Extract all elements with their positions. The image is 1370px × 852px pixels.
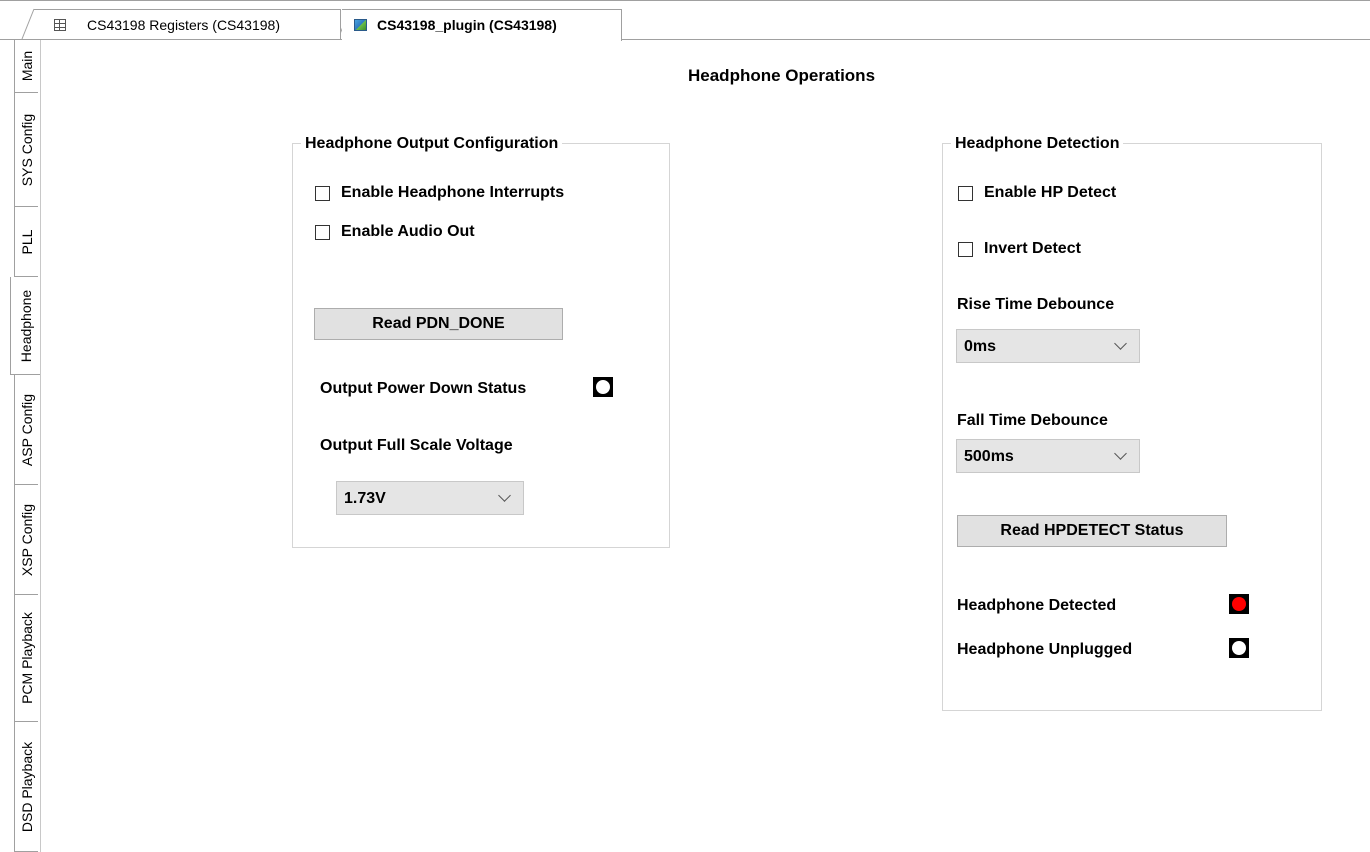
invert-detect-label: Invert Detect	[984, 240, 1081, 257]
side-tab-sys-config[interactable]: SYS Config	[14, 93, 38, 207]
led-on	[1232, 597, 1246, 611]
led-off	[1232, 641, 1246, 655]
side-tab-asp-config[interactable]: ASP Config	[14, 375, 38, 485]
plugin-icon	[354, 19, 367, 31]
output-config-group: Headphone Output Configuration Enable He…	[292, 134, 670, 548]
headphone-detected-label: Headphone Detected	[957, 597, 1117, 614]
enable-interrupts-label: Enable Headphone Interrupts	[341, 184, 565, 201]
enable-hp-detect-label: Enable HP Detect	[984, 184, 1117, 201]
enable-interrupts-checkbox-row[interactable]: Enable Headphone Interrupts	[315, 184, 564, 202]
side-tab-headphone[interactable]: Headphone	[10, 277, 40, 375]
chevron-down-icon	[498, 489, 511, 502]
enable-hp-detect-checkbox-row[interactable]: Enable HP Detect	[958, 184, 1116, 202]
fall-time-debounce-label: Fall Time Debounce	[957, 412, 1108, 429]
chevron-down-icon	[1114, 447, 1127, 460]
rise-time-debounce-value: 0ms	[964, 338, 997, 355]
side-tab-strip: Main SYS Config PLL Headphone ASP Config…	[0, 40, 41, 852]
output-config-title: Headphone Output Configuration	[301, 134, 563, 154]
fall-time-debounce-select[interactable]: 500ms	[956, 439, 1140, 473]
page-title: Headphone Operations	[688, 66, 876, 85]
enable-audio-out-label: Enable Audio Out	[341, 223, 475, 240]
tab-strip-baseline	[621, 39, 1370, 40]
tab-cs43198-plugin[interactable]: CS43198_plugin (CS43198)	[342, 9, 622, 41]
table-icon	[54, 19, 66, 31]
tab-cs43198-registers[interactable]: CS43198 Registers (CS43198)	[34, 9, 341, 40]
headphone-unplugged-label: Headphone Unplugged	[957, 641, 1133, 658]
read-pdn-done-button[interactable]: Read PDN_DONE	[314, 308, 563, 340]
side-tab-pcm-playback[interactable]: PCM Playback	[14, 595, 38, 722]
detection-title: Headphone Detection	[951, 134, 1124, 154]
side-tab-xsp-config[interactable]: XSP Config	[14, 485, 38, 595]
fall-time-debounce-value: 500ms	[964, 448, 1014, 465]
document-tab-strip: CS43198 Registers (CS43198) CS43198_plug…	[0, 0, 1370, 41]
full-scale-voltage-label: Output Full Scale Voltage	[320, 437, 513, 454]
tab-label: CS43198 Registers (CS43198)	[87, 17, 280, 33]
rise-time-debounce-label: Rise Time Debounce	[957, 296, 1115, 313]
enable-hp-detect-checkbox[interactable]	[958, 185, 973, 201]
chevron-down-icon	[1114, 337, 1127, 350]
invert-detect-checkbox[interactable]	[958, 241, 973, 257]
detection-group: Headphone Detection Enable HP Detect Inv…	[942, 134, 1322, 711]
power-down-status-label: Output Power Down Status	[320, 380, 527, 397]
side-tab-pll[interactable]: PLL	[14, 207, 38, 277]
enable-interrupts-checkbox[interactable]	[315, 185, 330, 201]
tab-strip-baseline	[0, 39, 342, 40]
enable-audio-out-checkbox-row[interactable]: Enable Audio Out	[315, 223, 475, 241]
rise-time-debounce-select[interactable]: 0ms	[956, 329, 1140, 363]
invert-detect-checkbox-row[interactable]: Invert Detect	[958, 240, 1081, 258]
side-tab-main[interactable]: Main	[14, 40, 38, 93]
side-tab-dsd-playback[interactable]: DSD Playback	[14, 722, 38, 852]
enable-audio-out-checkbox[interactable]	[315, 224, 330, 240]
headphone-detected-indicator	[1229, 594, 1249, 614]
headphone-unplugged-indicator	[1229, 638, 1249, 658]
tab-label: CS43198_plugin (CS43198)	[377, 17, 557, 33]
read-hpdetect-status-button[interactable]: Read HPDETECT Status	[957, 515, 1227, 547]
power-down-status-indicator	[593, 377, 613, 397]
led-off	[596, 380, 610, 394]
full-scale-voltage-select[interactable]: 1.73V	[336, 481, 524, 515]
full-scale-voltage-value: 1.73V	[344, 490, 386, 507]
